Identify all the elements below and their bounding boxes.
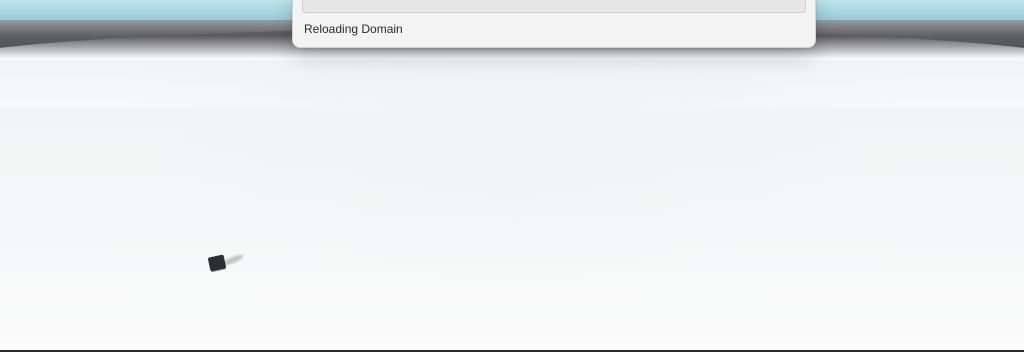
scene-viewport[interactable]	[0, 0, 1024, 352]
progress-dialog: Reloading Domain	[292, 0, 816, 48]
progress-status-text: Reloading Domain	[304, 22, 403, 36]
ground-plane	[0, 60, 1024, 352]
progress-bar	[302, 0, 806, 13]
